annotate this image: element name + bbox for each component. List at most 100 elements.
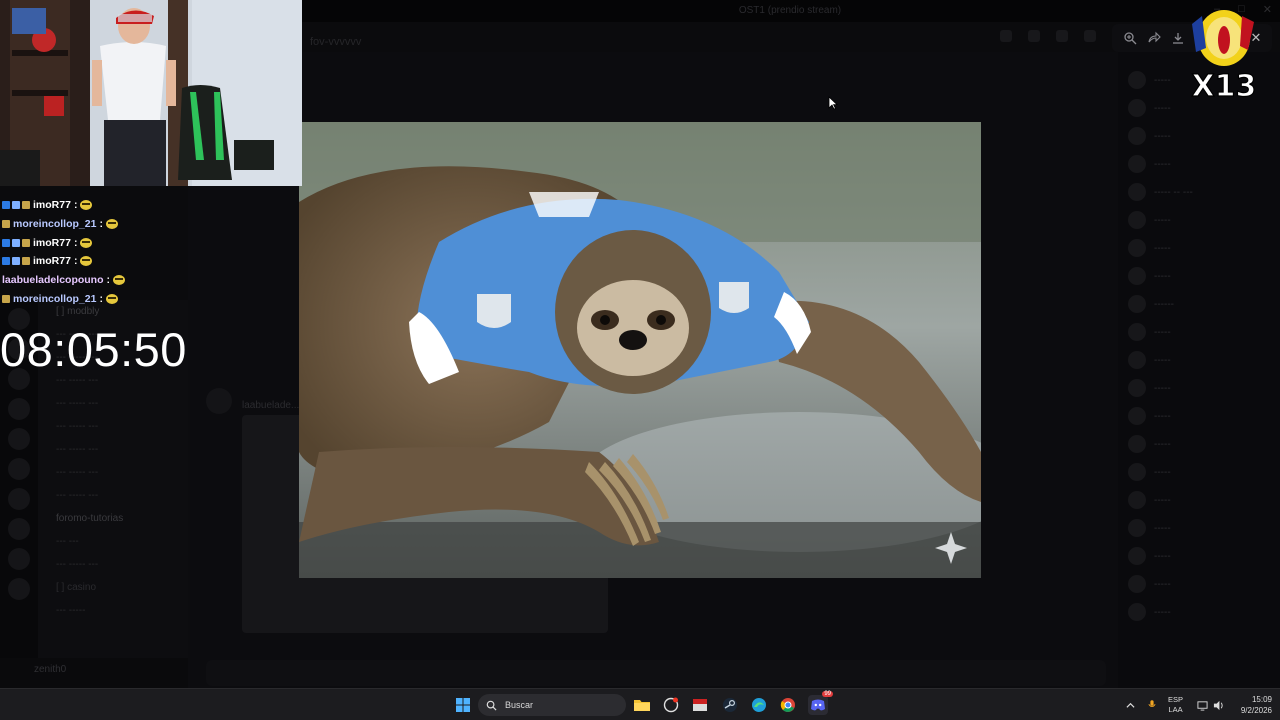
system-clock[interactable]: 15:09 9/2/2026 (1230, 694, 1272, 716)
message-input[interactable] (206, 660, 1106, 686)
keyboard-language[interactable]: ESP LAA (1168, 695, 1183, 715)
chat-username: imoR77 (33, 199, 71, 212)
channel-item[interactable]: --- ----- --- (38, 392, 188, 415)
avatar (1128, 183, 1146, 201)
server-icon[interactable] (8, 548, 30, 570)
chat-message: moreincollop_21 : (0, 215, 300, 234)
channel-item[interactable]: --- ----- --- (38, 415, 188, 438)
member-item[interactable]: ----- (1118, 262, 1280, 290)
search-icon (486, 700, 497, 711)
message-author[interactable]: laabuelade... (242, 400, 299, 411)
member-name: ----- (1154, 522, 1171, 534)
server-icon[interactable] (8, 398, 30, 420)
member-name: ----- (1154, 494, 1171, 506)
channel-item[interactable]: --- ----- --- (38, 461, 188, 484)
avatar (1128, 519, 1146, 537)
edge-icon[interactable] (749, 695, 769, 715)
bell-icon[interactable] (1028, 30, 1040, 42)
server-icon[interactable] (8, 428, 30, 450)
chevron-up-icon[interactable] (1122, 695, 1138, 715)
zoom-in-icon[interactable] (1118, 26, 1142, 50)
member-item[interactable]: ------ (1118, 290, 1280, 318)
avatar (1128, 351, 1146, 369)
enlarged-image[interactable] (299, 122, 981, 578)
member-item[interactable]: ----- (1118, 346, 1280, 374)
emote-icon (80, 200, 93, 211)
clock-time: 15:09 (1251, 695, 1272, 704)
window-close-button[interactable]: ✕ (1263, 3, 1272, 16)
server-icon[interactable] (8, 488, 30, 510)
member-item[interactable]: ----- (1118, 234, 1280, 262)
channel-item[interactable]: --- --- (38, 530, 188, 553)
message-avatar[interactable] (206, 388, 232, 414)
server-icon[interactable] (8, 578, 30, 600)
member-item[interactable]: ----- (1118, 570, 1280, 598)
pin-icon[interactable] (1056, 30, 1068, 42)
forward-icon[interactable] (1142, 26, 1166, 50)
member-item[interactable]: ----- (1118, 458, 1280, 486)
channel-logo: X13 (1184, 8, 1264, 105)
member-item[interactable]: ----- (1118, 430, 1280, 458)
chat-badges (2, 294, 10, 303)
sloth-photo (299, 122, 981, 578)
member-item[interactable]: ----- -- --- (1118, 178, 1280, 206)
chat-separator: : (99, 218, 103, 231)
member-item[interactable]: ----- (1118, 150, 1280, 178)
volume-icon[interactable] (1211, 695, 1225, 715)
badge-icon (2, 257, 10, 266)
member-item[interactable]: ----- (1118, 486, 1280, 514)
member-item[interactable]: ----- (1118, 514, 1280, 542)
badge-icon (12, 201, 20, 210)
member-item[interactable]: ----- (1118, 206, 1280, 234)
member-name: ------ (1154, 298, 1174, 310)
channel-item[interactable]: --- ----- --- (38, 484, 188, 507)
member-item[interactable]: ----- (1118, 542, 1280, 570)
server-icon[interactable] (8, 458, 30, 480)
chat-message: imoR77 : (0, 233, 300, 252)
taskbar-search[interactable]: Buscar (478, 694, 626, 716)
member-item[interactable]: ----- (1118, 122, 1280, 150)
chat-badges (2, 238, 30, 247)
member-name: ----- (1154, 606, 1171, 618)
channel-header: fov-vvvvvv (300, 26, 1120, 52)
member-item[interactable]: ----- (1118, 598, 1280, 626)
user-panel[interactable]: zenith0 (0, 658, 188, 688)
member-item[interactable]: ----- (1118, 374, 1280, 402)
microphone-icon[interactable] (1144, 695, 1160, 715)
stream-timer: 08:05:50 (0, 323, 187, 376)
chat-username: imoR77 (33, 255, 71, 268)
channel-item[interactable]: foromo-tutorias (38, 507, 188, 530)
channel-item[interactable]: [ ] casino (38, 576, 188, 599)
member-name: ----- (1154, 130, 1171, 142)
member-item[interactable]: ----- (1118, 318, 1280, 346)
badge-icon (2, 220, 10, 229)
member-name: ----- (1154, 410, 1171, 422)
avatar (1128, 575, 1146, 593)
channel-item[interactable]: --- ----- --- (38, 438, 188, 461)
chrome-icon[interactable] (778, 695, 798, 715)
calendar-app-icon[interactable] (690, 695, 710, 715)
member-name: ----- (1154, 270, 1171, 282)
file-explorer-icon[interactable] (632, 695, 652, 715)
chat-separator: : (106, 274, 111, 287)
member-name: ----- (1154, 242, 1171, 254)
member-item[interactable]: ----- (1118, 402, 1280, 430)
chat-separator: : (99, 292, 103, 305)
member-name: ----- (1154, 578, 1171, 590)
windows-start-icon[interactable] (453, 695, 473, 715)
steam-icon[interactable] (720, 695, 740, 715)
channel-item[interactable]: --- ----- (38, 599, 188, 622)
badge-icon (22, 238, 30, 247)
member-list: ----- ----- ----- ----- ----- -- --- ---… (1118, 52, 1280, 688)
members-icon[interactable] (1084, 30, 1096, 42)
badge-icon (2, 294, 10, 303)
avatar (1128, 407, 1146, 425)
server-icon[interactable] (8, 518, 30, 540)
threads-icon[interactable] (1000, 30, 1012, 42)
channel-item[interactable]: --- ----- --- (38, 553, 188, 576)
network-icon[interactable] (1195, 695, 1209, 715)
chat-message: laabueladelcopouno : (0, 271, 300, 290)
discord-icon[interactable]: 99 (808, 691, 833, 715)
emote-icon (80, 237, 93, 248)
app-icon[interactable] (661, 695, 681, 715)
